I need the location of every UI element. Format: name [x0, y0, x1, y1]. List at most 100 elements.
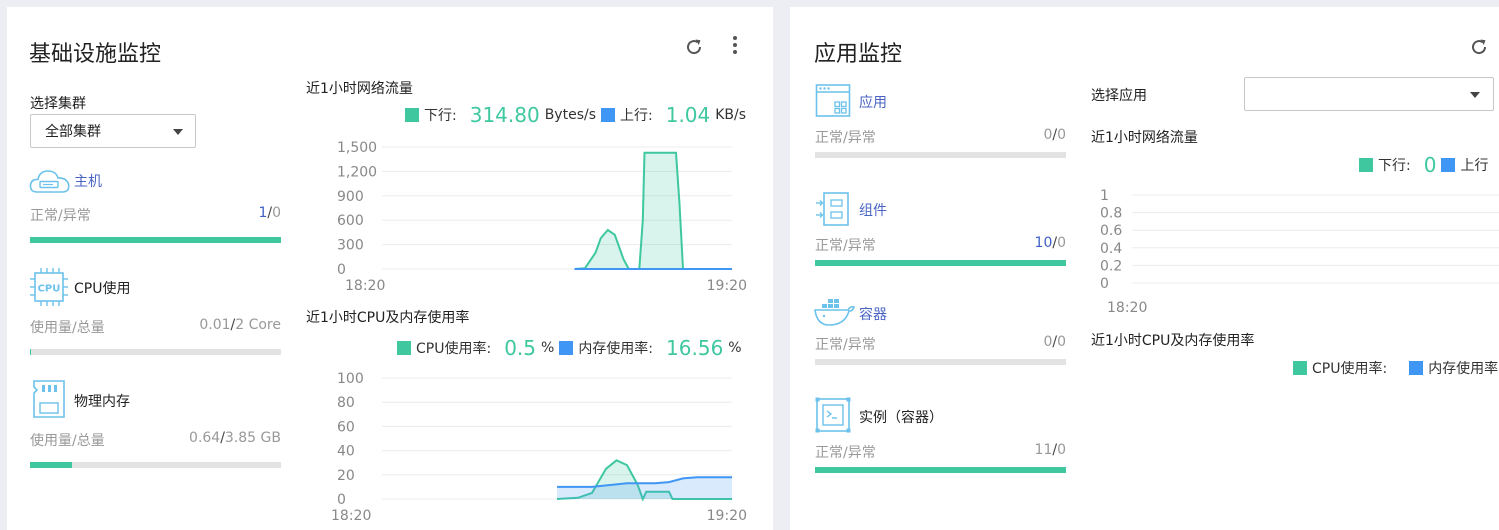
- application-monitor-panel: 应用监控 应用 正常/异常 0/0 组件 正常/异常 10/0 容器 正常/异常…: [790, 7, 1499, 530]
- net-traffic-legend: 下行: 314.80 Bytes/s 上行: 1.04 KB/s: [405, 103, 746, 127]
- app-item-label-components[interactable]: 组件: [859, 200, 887, 220]
- hosts-progress-bar: [30, 237, 281, 243]
- app-item-label-instances: 实例（容器）: [859, 410, 943, 426]
- app-title: 应用监控: [814, 42, 903, 67]
- app-mem-rate-legend-swatch: [1409, 361, 1424, 375]
- mem-rate-legend-label: 内存使用率:: [578, 341, 654, 357]
- app-item-sublabel-apps: 正常/异常: [815, 130, 876, 146]
- cpu-memory-chart: 0 20 40 60 80 100 18:20 19:20: [331, 371, 747, 524]
- y-tick-label: 100: [337, 371, 364, 387]
- hosts-sublabel: 正常/异常: [30, 208, 91, 224]
- cpu-chip-icon: CPU: [30, 268, 68, 306]
- app-down-rate-value: 0: [1423, 153, 1437, 177]
- cluster-select[interactable]: 全部集群: [30, 114, 196, 148]
- x-tick-label: 18:20: [1107, 300, 1147, 316]
- app-mem-rate-legend-label: 内存使用率: [1428, 361, 1499, 377]
- infrastructure-monitor-panel: 基础设施监控 选择集群 全部集群 主机 正常/异常 1/0 CPU CPU使用 …: [7, 7, 773, 530]
- app-item-label-containers[interactable]: 容器: [859, 304, 887, 324]
- cpu-mem-title: 近1小时CPU及内存使用率: [306, 310, 470, 326]
- memory-label: 物理内存: [74, 394, 130, 410]
- memory-value: 0.64/3.85 GB: [189, 430, 281, 446]
- app-item-count-containers: 0/0: [1043, 334, 1066, 350]
- down-legend-label: 下行:: [424, 108, 457, 124]
- y-tick-label: 1,500: [337, 140, 377, 156]
- app-up-legend-label: 上行: [1460, 158, 1489, 174]
- app-item-progress-instances: [815, 467, 1066, 473]
- down-rate-value: 314.80: [469, 103, 540, 127]
- memory-card-icon: [33, 380, 65, 418]
- cpu-usage-value: 0.01/2 Core: [199, 317, 281, 333]
- cpu-rate-unit: %: [541, 340, 555, 356]
- app-item-label-apps[interactable]: 应用: [859, 92, 887, 112]
- y-tick-label: 20: [337, 468, 355, 484]
- y-tick-label: 1,200: [337, 164, 377, 180]
- app-item-sublabel-containers: 正常/异常: [815, 337, 876, 353]
- y-tick-label: 300: [337, 238, 364, 254]
- app-select[interactable]: [1244, 77, 1494, 111]
- y-tick-label: 0.4: [1100, 241, 1122, 257]
- app-cpu-rate-legend-swatch: [1293, 361, 1307, 375]
- app-item-count-components: 10/0: [1034, 235, 1066, 251]
- down-legend-swatch: [405, 108, 419, 122]
- y-tick-label: 600: [337, 213, 364, 229]
- app-down-legend-swatch: [1359, 158, 1373, 172]
- refresh-icon: [687, 39, 702, 55]
- y-tick-label: 1: [1100, 188, 1109, 204]
- app-refresh-button[interactable]: [1467, 35, 1491, 59]
- network-traffic-chart: 0 300 600 900 1,200 1,500 18:20 19:20: [337, 140, 747, 294]
- mem-rate-legend-swatch: [559, 341, 574, 355]
- y-tick-label: 0: [337, 492, 346, 508]
- series-area: [557, 477, 732, 499]
- memory-sublabel: 使用量/总量: [30, 433, 105, 449]
- cpu-mem-legend: CPU使用率: 0.5 % 内存使用率: 16.56 %: [397, 336, 742, 360]
- up-legend-label: 上行:: [620, 108, 653, 124]
- app-cpu-mem-legend: CPU使用率: 内存使用率: [1293, 358, 1498, 378]
- docker-whale-icon: [814, 299, 855, 326]
- app-item-progress-apps: [815, 152, 1066, 158]
- cpu-rate-legend-label: CPU使用率:: [416, 341, 492, 357]
- cluster-select-label: 选择集群: [30, 96, 86, 112]
- hosts-link[interactable]: 主机: [74, 171, 102, 191]
- cpu-rate-value: 0.5: [504, 336, 536, 360]
- x-tick-label: 18:20: [345, 278, 385, 294]
- memory-progress-bar: [30, 462, 281, 468]
- chevron-down-icon: [173, 129, 183, 135]
- y-tick-label: 80: [337, 395, 355, 411]
- memory-progress-fill: [30, 462, 72, 468]
- y-tick-label: 0: [1100, 276, 1109, 292]
- application-window-icon: [815, 84, 851, 117]
- app-cpu-rate-legend-label: CPU使用率:: [1312, 361, 1388, 377]
- more-vertical-icon: [733, 36, 737, 54]
- y-tick-label: 900: [337, 189, 364, 205]
- app-net-traffic-title: 近1小时网络流量: [1091, 130, 1198, 146]
- cpu-usage-sublabel: 使用量/总量: [30, 320, 105, 336]
- mem-rate-unit: %: [728, 340, 742, 356]
- y-tick-label: 0.6: [1100, 223, 1122, 239]
- app-item-count-instances: 11/0: [1034, 442, 1066, 458]
- app-select-label: 选择应用: [1091, 88, 1147, 104]
- infra-more-button[interactable]: [723, 33, 747, 57]
- hosts-count: 1/0: [258, 205, 281, 221]
- instance-terminal-icon: [815, 397, 851, 433]
- app-item-sublabel-components: 正常/异常: [815, 238, 876, 254]
- up-legend-swatch: [601, 108, 615, 122]
- app-item-progress-fill-components: [815, 260, 1066, 266]
- app-network-traffic-chart: 0 0.20.4 0.60.8 1 18:20: [1100, 188, 1499, 316]
- refresh-icon: [1472, 39, 1487, 55]
- infra-refresh-button[interactable]: [682, 35, 706, 59]
- series-area: [574, 152, 732, 269]
- app-down-legend-label: 下行:: [1378, 158, 1411, 174]
- mem-rate-value: 16.56: [666, 336, 724, 360]
- app-net-traffic-legend: 下行: 0 上行: [1359, 153, 1488, 177]
- infra-title: 基础设施监控: [29, 42, 162, 67]
- y-tick-label: 0.8: [1100, 206, 1122, 222]
- y-tick-label: 0: [337, 262, 346, 278]
- cpu-rate-legend-swatch: [397, 341, 411, 355]
- down-rate-unit: Bytes/s: [544, 107, 596, 123]
- component-icon: [816, 192, 849, 226]
- app-up-legend-swatch: [1441, 158, 1456, 172]
- app-item-count-apps: 0/0: [1043, 127, 1066, 143]
- cloud-host-icon: [29, 170, 70, 193]
- up-rate-unit: KB/s: [715, 107, 747, 123]
- y-tick-label: 60: [337, 419, 355, 435]
